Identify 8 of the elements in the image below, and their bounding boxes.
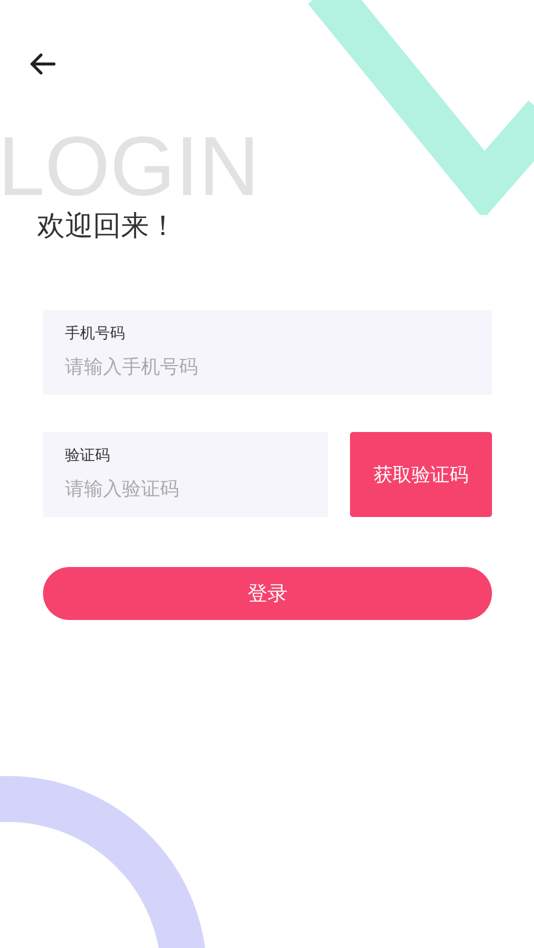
code-input[interactable]: 请输入验证码 <box>65 478 306 500</box>
login-button[interactable]: 登录 <box>43 567 492 620</box>
field-label: 手机号码 <box>65 323 126 344</box>
field-label: 验证码 <box>65 445 111 466</box>
phone-input[interactable]: 请输入手机号码 <box>65 356 470 378</box>
back-arrow-icon[interactable] <box>28 52 56 76</box>
welcome-heading: 欢迎回来！ <box>37 208 178 244</box>
get-code-button[interactable]: 获取验证码 <box>350 432 492 517</box>
